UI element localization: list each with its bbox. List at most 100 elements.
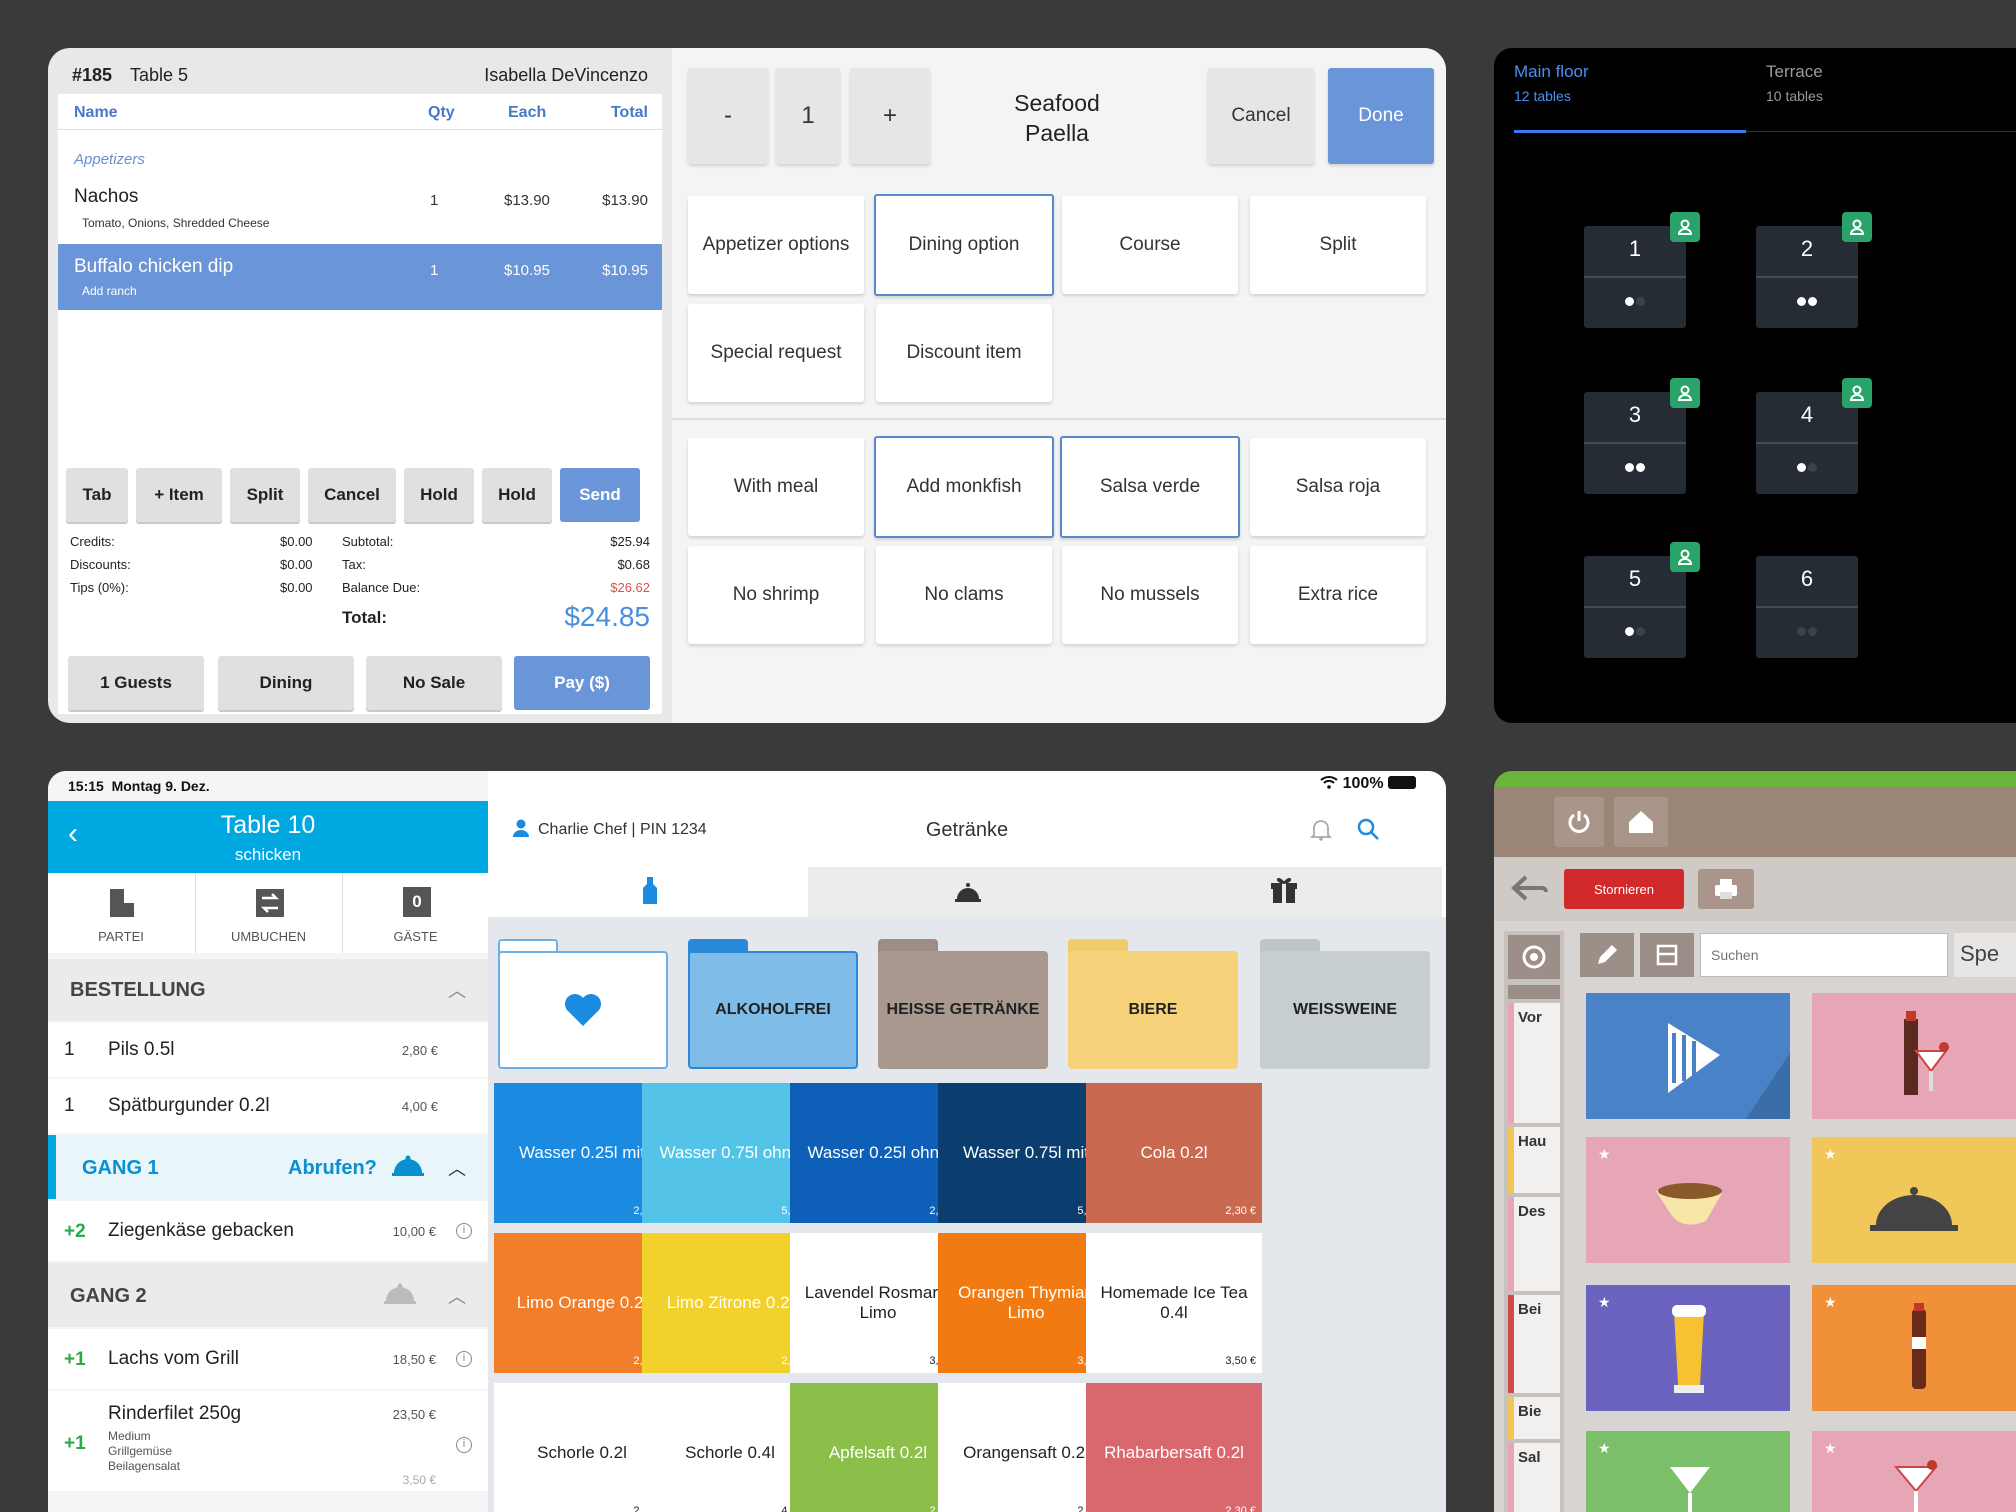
no-sale-button[interactable]: No Sale [366, 656, 502, 710]
table-divider [1756, 442, 1858, 444]
mod-add-monkfish[interactable]: Add monkfish [874, 436, 1054, 538]
mod-salsa-roja[interactable]: Salsa roja [1250, 438, 1426, 536]
print-button[interactable] [1698, 869, 1754, 909]
qty-plus-button[interactable]: + [850, 68, 930, 164]
folder-white-wine[interactable]: WEISSWEINE [1260, 939, 1430, 1069]
tab-main-floor[interactable]: Main floor 12 tables [1514, 62, 1589, 104]
category-tab[interactable]: Hau [1508, 1127, 1560, 1193]
info-icon[interactable]: i [456, 1351, 472, 1367]
table-card[interactable]: 1 [1584, 212, 1700, 328]
pay-button[interactable]: Pay ($) [514, 656, 650, 710]
layout-button[interactable] [1640, 933, 1694, 977]
order-ticket: #185 Table 5 Isabella DeVincenzo Name Qt… [58, 56, 662, 714]
tile-wine[interactable]: ★ [1812, 1431, 2016, 1512]
edit-button[interactable] [1580, 933, 1634, 977]
special-button[interactable]: Spe [1954, 933, 2016, 977]
table-card[interactable]: 5 [1584, 542, 1700, 658]
party-button[interactable]: PARTEI [48, 873, 194, 953]
course-line[interactable]: +1 Rinderfilet 250g 23,50 € Medium Grill… [48, 1391, 488, 1491]
opt-dining-option[interactable]: Dining option [874, 194, 1054, 296]
category-tab[interactable]: Sal [1508, 1443, 1560, 1512]
tab-gifts[interactable] [1124, 867, 1442, 917]
folder-beer[interactable]: BIERE [1068, 939, 1238, 1069]
product-tile[interactable]: Homemade Ice Tea 0.4l 3,50 € [1086, 1233, 1262, 1373]
guests-button[interactable]: 1 Guests [68, 656, 204, 710]
course-line[interactable]: +1 Lachs vom Grill 18,50 € i [48, 1329, 488, 1389]
tile-cocktails[interactable]: ★ [1586, 1431, 1790, 1512]
dining-button[interactable]: Dining [218, 656, 354, 710]
hold-button-2[interactable]: Hold [482, 468, 552, 522]
tile-softdrinks[interactable]: ★ [1812, 1285, 2016, 1411]
collapse-icon[interactable]: ︿ [448, 1155, 466, 1181]
table-card[interactable]: 2 [1756, 212, 1872, 328]
cancel-button[interactable]: Stornieren [1564, 869, 1684, 909]
cancel-button[interactable]: Cancel [308, 468, 396, 522]
opt-appetizer-options[interactable]: Appetizer options [688, 196, 864, 294]
category-tab[interactable]: Bie [1508, 1397, 1560, 1439]
editor-cancel-button[interactable]: Cancel [1208, 68, 1314, 164]
order-line[interactable]: 1 Spätburgunder 0.2l 4,00 € [48, 1079, 488, 1133]
tile-beer[interactable]: ★ [1586, 1285, 1790, 1411]
search-input[interactable] [1700, 933, 1948, 977]
item-name: Buffalo chicken dip [74, 256, 234, 277]
tab-terrace[interactable]: Terrace 10 tables [1766, 62, 1823, 104]
opt-course[interactable]: Course [1062, 196, 1238, 294]
order-section-header[interactable]: BESTELLUNG ︿ [48, 959, 488, 1021]
back-arrow-icon[interactable] [1510, 873, 1550, 903]
product-tile[interactable]: Rhabarbersaft 0.2l 2,30 € [1086, 1383, 1262, 1512]
mod-no-shrimp[interactable]: No shrimp [688, 546, 864, 644]
tab-drinks[interactable] [492, 867, 808, 917]
table-card[interactable]: 6 [1756, 556, 1858, 658]
folder-hot-drinks[interactable]: HEISSE GETRÄNKE [878, 939, 1048, 1069]
info-icon[interactable]: i [456, 1437, 472, 1453]
tab-button[interactable]: Tab [66, 468, 128, 522]
opt-discount-item[interactable]: Discount item [876, 304, 1052, 402]
ticket-row-selected[interactable]: Buffalo chicken dip Add ranch 1 $10.95 $… [58, 244, 662, 310]
recall-button[interactable]: Abrufen? [288, 1157, 377, 1180]
folder-alkoholfrei[interactable]: ALKOHOLFREI [688, 939, 858, 1069]
tab-food[interactable] [808, 867, 1124, 917]
editor-done-button[interactable]: Done [1328, 68, 1434, 164]
split-button[interactable]: Split [230, 468, 300, 522]
guests-button[interactable]: 0 GÄSTE [342, 873, 488, 953]
ticket-row[interactable]: Nachos Tomato, Onions, Shredded Cheese 1… [58, 174, 662, 240]
table-card[interactable]: 3 [1584, 378, 1700, 494]
category-tab[interactable]: Vor [1508, 1003, 1560, 1123]
table-card[interactable]: 4 [1756, 378, 1872, 494]
favorites-tab[interactable] [1508, 985, 1560, 999]
product-price: 2,30 € [1225, 1505, 1256, 1512]
collapse-icon[interactable]: ︿ [448, 977, 466, 1003]
bell-icon[interactable] [1310, 817, 1332, 841]
course-1-header[interactable]: GANG 1 Abrufen? ︿ [48, 1135, 488, 1199]
opt-split[interactable]: Split [1250, 196, 1426, 294]
category-tab[interactable]: Bei [1508, 1295, 1560, 1393]
info-icon[interactable]: i [456, 1223, 472, 1239]
send-button[interactable]: Send [560, 468, 640, 522]
tile-cutlery[interactable] [1586, 993, 1790, 1119]
category-tab[interactable]: Des [1508, 1197, 1560, 1291]
mod-extra-rice[interactable]: Extra rice [1250, 546, 1426, 644]
hold-button[interactable]: Hold [404, 468, 474, 522]
course-line[interactable]: +2 Ziegenkäse gebacken 10,00 € i [48, 1201, 488, 1261]
qty-minus-button[interactable]: - [688, 68, 768, 164]
product-tile[interactable]: Cola 0.2l 2,30 € [1086, 1083, 1262, 1223]
add-item-button[interactable]: + Item [136, 468, 222, 522]
rebook-button[interactable]: UMBUCHEN [195, 873, 341, 953]
collapse-icon[interactable]: ︿ [448, 1283, 466, 1309]
course-2-header[interactable]: GANG 2 ︿ [48, 1263, 488, 1327]
mod-no-mussels[interactable]: No mussels [1062, 546, 1238, 644]
tile-drinks[interactable] [1812, 993, 2016, 1119]
mod-with-meal[interactable]: With meal [688, 438, 864, 536]
settings-button[interactable] [1508, 935, 1560, 979]
folder-favorites[interactable] [498, 939, 668, 1069]
mod-no-clams[interactable]: No clams [876, 546, 1052, 644]
home-button[interactable] [1614, 797, 1668, 847]
search-icon[interactable] [1356, 817, 1380, 841]
order-line[interactable]: 1 Pils 0.5l 2,80 € [48, 1023, 488, 1077]
tile-hot-dishes[interactable]: ★ [1812, 1137, 2016, 1263]
tile-main-course[interactable]: ★ [1586, 1137, 1790, 1263]
mod-salsa-verde[interactable]: Salsa verde [1060, 436, 1240, 538]
rebook-icon [256, 889, 284, 917]
opt-special-request[interactable]: Special request [688, 304, 864, 402]
power-button[interactable] [1554, 797, 1604, 847]
